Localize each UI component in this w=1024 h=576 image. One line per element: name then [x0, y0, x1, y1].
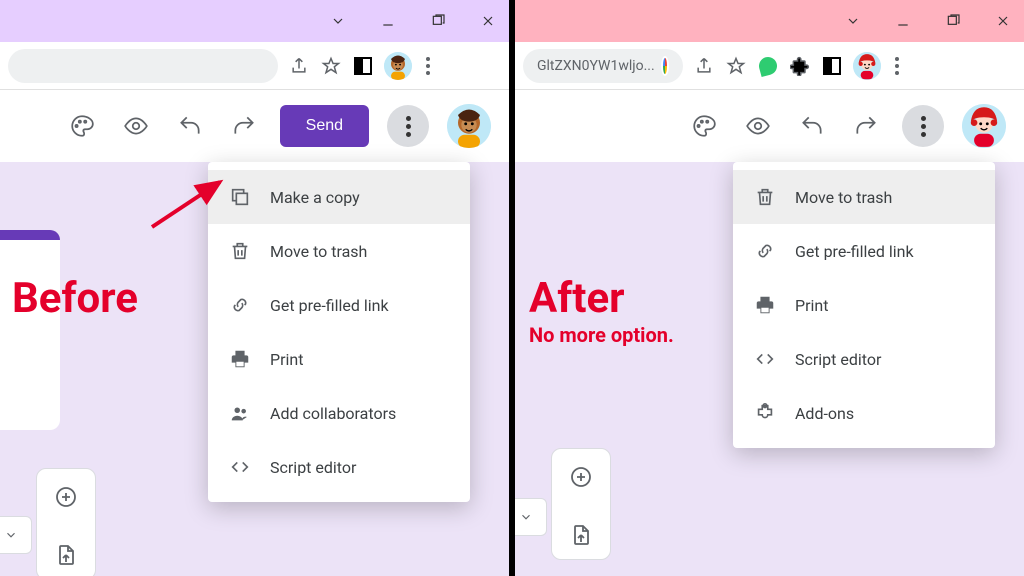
- menu-item-make-a-copy[interactable]: Make a copy: [208, 170, 470, 224]
- add-question-icon[interactable]: [48, 479, 84, 515]
- more-options-button[interactable]: [902, 105, 944, 147]
- floating-toolbar: [36, 468, 96, 576]
- add-question-icon[interactable]: [563, 459, 599, 495]
- question-type-dropdown[interactable]: [515, 498, 547, 536]
- menu-item-get-prefilled-link[interactable]: Get pre-filled link: [208, 278, 470, 332]
- url-fragment: GltZXN0YW1wljo...: [537, 58, 655, 74]
- more-options-menu: Make a copy Move to trash Get pre-filled…: [208, 162, 470, 502]
- trash-icon: [753, 185, 777, 209]
- menu-item-label: Print: [270, 350, 303, 369]
- account-avatar-icon[interactable]: [962, 104, 1006, 148]
- window-titlebar: [0, 0, 509, 42]
- redo-icon[interactable]: [848, 108, 884, 144]
- browser-menu-icon[interactable]: [891, 53, 903, 79]
- import-questions-icon[interactable]: [48, 537, 84, 573]
- browser-address-bar: GltZXN0YW1wljo...: [515, 42, 1024, 90]
- menu-item-label: Add collaborators: [270, 404, 396, 423]
- tab-chevron-icon[interactable]: [840, 8, 866, 34]
- menu-item-label: Script editor: [270, 458, 356, 477]
- reader-mode-icon[interactable]: [821, 55, 843, 77]
- menu-item-label: Get pre-filled link: [270, 296, 389, 315]
- annotation-after: After No more option.: [529, 277, 674, 346]
- menu-item-label: Add-ons: [795, 404, 854, 423]
- tab-chevron-icon[interactable]: [325, 8, 351, 34]
- omnibox[interactable]: GltZXN0YW1wljo...: [523, 49, 683, 83]
- copy-icon: [228, 185, 252, 209]
- floating-toolbar: [551, 448, 611, 560]
- menu-item-label: Move to trash: [270, 242, 367, 261]
- code-icon: [753, 347, 777, 371]
- send-button[interactable]: Send: [280, 105, 369, 147]
- extension-leaf-icon[interactable]: [757, 55, 779, 77]
- preview-eye-icon[interactable]: [740, 108, 776, 144]
- question-type-dropdown[interactable]: [0, 516, 32, 554]
- forms-workspace: Make a copy Move to trash Get pre-filled…: [0, 162, 509, 576]
- menu-item-move-to-trash[interactable]: Move to trash: [208, 224, 470, 278]
- after-panel: GltZXN0YW1wljo... Move to: [515, 0, 1024, 576]
- account-avatar-icon[interactable]: [447, 104, 491, 148]
- trash-icon: [228, 239, 252, 263]
- bookmark-star-icon[interactable]: [320, 55, 342, 77]
- profile-avatar-icon[interactable]: [853, 52, 881, 80]
- menu-item-add-ons[interactable]: Add-ons: [733, 386, 995, 440]
- menu-item-move-to-trash[interactable]: Move to trash: [733, 170, 995, 224]
- bookmark-star-icon[interactable]: [725, 55, 747, 77]
- form-card-edge: [0, 230, 60, 430]
- menu-item-label: Get pre-filled link: [795, 242, 914, 261]
- window-maximize-icon[interactable]: [425, 8, 451, 34]
- forms-workspace: Move to trash Get pre-filled link Print …: [515, 162, 1024, 576]
- code-icon: [228, 455, 252, 479]
- menu-item-get-prefilled-link[interactable]: Get pre-filled link: [733, 224, 995, 278]
- window-close-icon[interactable]: [475, 8, 501, 34]
- menu-item-add-collaborators[interactable]: Add collaborators: [208, 386, 470, 440]
- menu-item-print[interactable]: Print: [733, 278, 995, 332]
- menu-item-label: Move to trash: [795, 188, 892, 207]
- window-close-icon[interactable]: [990, 8, 1016, 34]
- profile-avatar-icon[interactable]: [384, 52, 412, 80]
- annotation-text: Before: [12, 277, 138, 321]
- addon-icon: [753, 401, 777, 425]
- link-icon: [228, 293, 252, 317]
- more-options-button[interactable]: [387, 105, 429, 147]
- forms-toolbar: Send: [0, 90, 509, 162]
- menu-item-script-editor[interactable]: Script editor: [733, 332, 995, 386]
- annotation-text: After: [529, 277, 674, 321]
- window-minimize-icon[interactable]: [375, 8, 401, 34]
- theme-palette-icon[interactable]: [686, 108, 722, 144]
- annotation-before: Before: [12, 277, 138, 321]
- window-maximize-icon[interactable]: [940, 8, 966, 34]
- forms-toolbar: [515, 90, 1024, 162]
- more-options-menu: Move to trash Get pre-filled link Print …: [733, 162, 995, 448]
- print-icon: [228, 347, 252, 371]
- reader-mode-icon[interactable]: [352, 55, 374, 77]
- omnibox[interactable]: [8, 49, 278, 83]
- menu-item-print[interactable]: Print: [208, 332, 470, 386]
- theme-palette-icon[interactable]: [64, 108, 100, 144]
- before-panel: Send Make a copy Move to trash Get pre-: [0, 0, 509, 576]
- share-icon[interactable]: [288, 55, 310, 77]
- link-icon: [753, 239, 777, 263]
- preview-eye-icon[interactable]: [118, 108, 154, 144]
- people-icon: [228, 401, 252, 425]
- import-questions-icon[interactable]: [563, 517, 599, 553]
- browser-address-bar: [0, 42, 509, 90]
- window-titlebar: [515, 0, 1024, 42]
- annotation-subtext: No more option.: [529, 325, 674, 346]
- window-minimize-icon[interactable]: [890, 8, 916, 34]
- menu-item-label: Print: [795, 296, 828, 315]
- share-icon[interactable]: [693, 55, 715, 77]
- browser-menu-icon[interactable]: [422, 53, 434, 79]
- menu-item-label: Script editor: [795, 350, 881, 369]
- undo-icon[interactable]: [172, 108, 208, 144]
- redo-icon[interactable]: [226, 108, 262, 144]
- google-favicon-icon: [661, 56, 669, 76]
- menu-item-script-editor[interactable]: Script editor: [208, 440, 470, 494]
- extensions-puzzle-icon[interactable]: [789, 55, 811, 77]
- undo-icon[interactable]: [794, 108, 830, 144]
- print-icon: [753, 293, 777, 317]
- menu-item-label: Make a copy: [270, 188, 360, 207]
